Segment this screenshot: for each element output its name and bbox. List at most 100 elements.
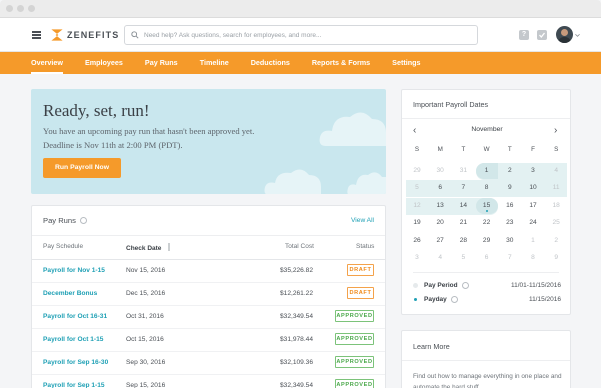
calendar-day[interactable]: 10 [522,180,544,196]
calendar-day[interactable]: 2 [499,163,521,179]
calendar-day[interactable]: 3 [522,163,544,179]
pay-schedule-link[interactable]: Payroll for Oct 1-15 [43,336,103,343]
logo[interactable]: ZENEFITS [50,27,119,43]
column-header-check-date[interactable]: Check Date [126,243,171,252]
sort-icon [168,243,170,251]
weekday-label: T [507,146,512,153]
payday-dot-icon [414,298,417,301]
pay-schedule-link[interactable]: Payroll for Nov 1-15 [43,267,105,274]
hero-title: Ready, set, run! [43,101,150,120]
table-row[interactable]: December Bonus Dec 15, 2016 $12,261.22 DRAF… [32,283,385,306]
nav-timeline[interactable]: Timeline [200,52,229,74]
calendar-day[interactable]: 26 [406,233,428,249]
logo-text: ZENEFITS [67,30,120,40]
calendar-day[interactable]: 24 [522,215,544,231]
calendar-day[interactable]: 29 [406,163,428,179]
pay-schedule-link[interactable]: Payroll for Sep 1-15 [43,382,105,388]
help-icon[interactable]: ? [519,30,529,40]
chevron-right-icon[interactable]: › [554,125,557,136]
calendar-day[interactable]: 9 [545,250,567,266]
nav-deductions[interactable]: Deductions [251,52,290,74]
calendar-day[interactable]: 17 [522,198,544,214]
calendar-day[interactable]: 8 [522,250,544,266]
table-row[interactable]: Payroll for Sep 1-15 Sep 15, 2016 $32,349.… [32,375,385,388]
search-input[interactable] [144,31,464,39]
calendar-day[interactable]: 8 [476,180,498,196]
view-all-link[interactable]: View All [351,217,374,224]
avatar[interactable] [556,26,573,43]
payroll-dates-title: Important Payroll Dates [413,100,489,109]
calendar-day[interactable]: 31 [452,163,474,179]
calendar-day-payday[interactable]: 15 [475,197,498,214]
nav-employees[interactable]: Employees [85,52,123,74]
check-date: Sep 15, 2016 [126,382,166,388]
calendar-day[interactable]: 21 [452,215,474,231]
calendar-day[interactable]: 19 [406,215,428,231]
calendar-day[interactable]: 6 [429,180,451,196]
calendar-day[interactable]: 30 [499,233,521,249]
calendar-day[interactable]: 6 [476,250,498,266]
calendar-day[interactable]: 28 [452,233,474,249]
calendar-day[interactable]: 5 [406,180,428,196]
pay-schedule-link[interactable]: Payroll for Sep 16-30 [43,359,108,366]
calendar-day[interactable]: 27 [429,233,451,249]
calendar-day[interactable]: 18 [545,198,567,214]
info-icon[interactable] [450,296,458,303]
divider [32,235,385,236]
calendar-day[interactable]: 30 [429,163,451,179]
calendar-day[interactable]: 9 [499,180,521,196]
calendar-day[interactable]: 2 [545,233,567,249]
check-date: Dec 15, 2016 [126,290,166,297]
weekday-label: M [437,146,443,153]
calendar-day[interactable]: 25 [545,215,567,231]
calendar-day[interactable]: 12 [406,198,428,214]
nav-pay-runs[interactable]: Pay Runs [145,52,178,74]
hero-message-line-2: Deadline is Nov 11th at 2:00 PM (PDT). [43,140,183,150]
check-date: Nov 15, 2016 [126,267,166,274]
info-icon[interactable] [461,282,469,289]
window-close-dot[interactable] [6,5,13,12]
check-date: Sep 30, 2016 [126,359,166,366]
calendar-day[interactable]: 4 [545,163,567,179]
calendar-day[interactable]: 5 [452,250,474,266]
status-badge: DRAFT [347,264,374,276]
window-maximize-dot[interactable] [28,5,35,12]
calendar-day[interactable]: 16 [499,198,521,214]
run-payroll-button[interactable]: Run Payroll Now [43,158,121,178]
calendar-day[interactable]: 11 [545,180,567,196]
calendar-day[interactable]: 7 [452,180,474,196]
check-date: Oct 31, 2016 [126,313,164,320]
info-icon[interactable] [79,217,87,224]
calendar-day[interactable]: 29 [476,233,498,249]
total-cost: $35,226.82 [279,267,313,274]
calendar-day[interactable]: 3 [406,250,428,266]
calendar-day[interactable]: 1 [522,233,544,249]
table-row[interactable]: Payroll for Oct 1-15 Oct 15, 2016 $31,978.… [32,329,385,352]
nav-overview[interactable]: Overview [31,52,63,74]
menu-icon[interactable] [32,31,41,39]
status-badge: DRAFT [347,287,374,299]
calendar-day[interactable]: 1 [475,163,498,179]
table-row[interactable]: Payroll for Nov 1-15 Nov 15, 2016 $35,226.… [32,260,385,283]
payday-value: 11/15/2016 [528,296,561,303]
calendar-day[interactable]: 22 [476,215,498,231]
table-row[interactable]: Payroll for Oct 16-31 Oct 31, 2016 $32,349… [32,306,385,329]
pay-schedule-link[interactable]: December Bonus [43,290,97,297]
nav-reports-forms[interactable]: Reports & Forms [312,52,370,74]
chevron-down-icon[interactable] [575,33,580,38]
column-header-pay-schedule: Pay Schedule [43,243,84,250]
window-minimize-dot[interactable] [17,5,24,12]
calendar-day[interactable]: 4 [429,250,451,266]
learn-more-text: Find out how to manage everything in one… [413,373,562,388]
calendar-day[interactable]: 14 [452,198,474,214]
search-bar[interactable] [124,25,478,45]
calendar-day[interactable]: 13 [429,198,451,214]
pay-schedule-link[interactable]: Payroll for Oct 16-31 [43,313,107,320]
calendar-day[interactable]: 7 [499,250,521,266]
nav-settings[interactable]: Settings [392,52,420,74]
table-row[interactable]: Payroll for Sep 16-30 Sep 30, 2016 $32,109… [32,352,385,375]
calendar-day[interactable]: 20 [429,215,451,231]
calendar-day[interactable]: 23 [499,215,521,231]
hero-message-line-1: You have an upcoming pay run that hasn't… [43,126,255,136]
tasks-check-icon[interactable] [537,30,547,40]
